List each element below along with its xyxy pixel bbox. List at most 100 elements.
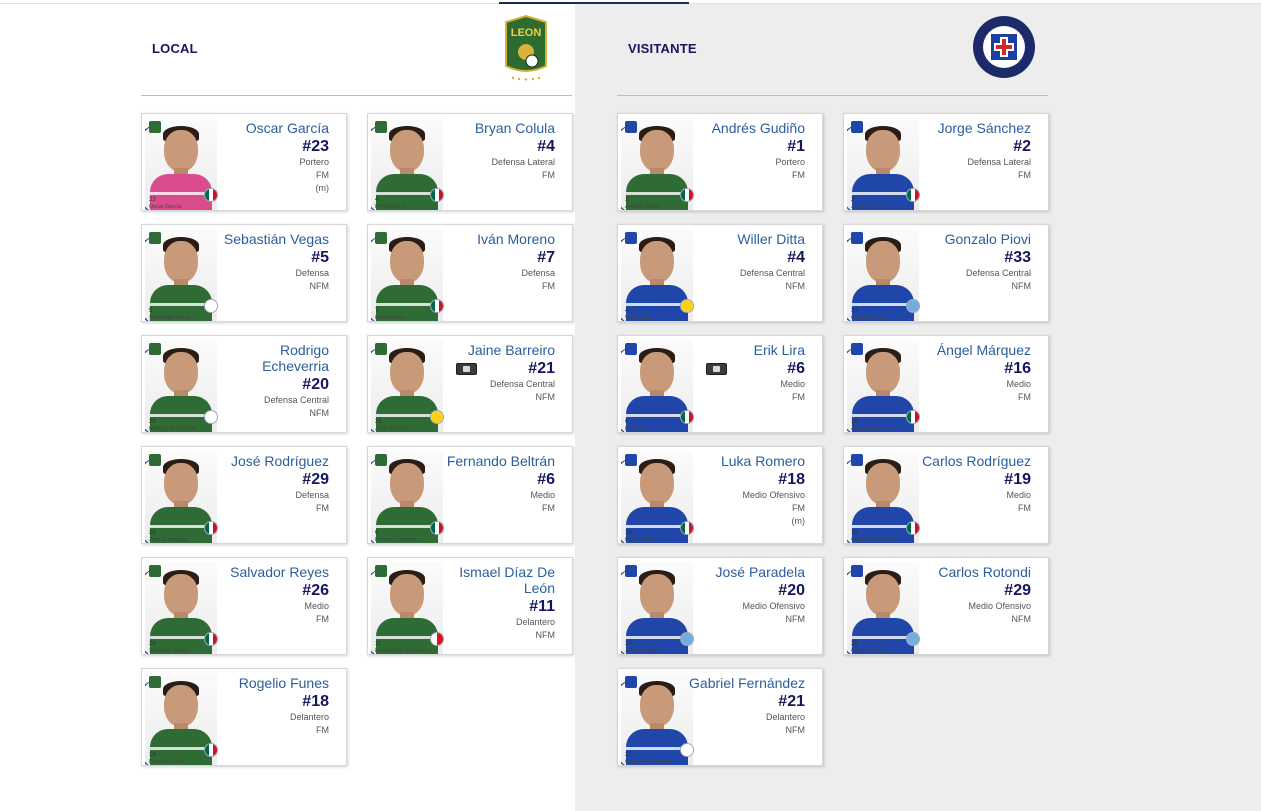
colombia-flag-icon — [680, 299, 694, 313]
player-number: #33 — [1004, 249, 1031, 266]
player-card[interactable]: 18 Rogelio Funes Rogelio Funes #18 Delantero… — [141, 668, 347, 766]
mexico-flag-icon — [906, 521, 920, 535]
player-info: Rogelio Funes #18 Delantero FM — [211, 675, 329, 737]
player-name[interactable]: José Paradela — [687, 564, 805, 580]
player-card[interactable]: 29 Carlos Rotondi Carlos Rotondi #29 Medio O… — [843, 557, 1049, 655]
player-name[interactable]: Fernando Beltrán — [437, 453, 555, 469]
team-small-logo-icon — [851, 565, 863, 577]
player-name[interactable]: Carlos Rotondi — [913, 564, 1031, 580]
player-info: Luka Romero #18 Medio Ofensivo FM (m) — [687, 453, 805, 528]
player-card[interactable]: 6 Erik Lira Erik Lira #6 Medio FM — [617, 335, 823, 433]
player-card[interactable]: 16 Ángel Márquez Ángel Márquez #16 Medio FM — [843, 335, 1049, 433]
svg-text:LEON: LEON — [511, 27, 542, 39]
player-card[interactable]: 23 Oscar García Oscar García #23 Portero FM (m… — [141, 113, 347, 211]
photo-number: 4 — [375, 197, 379, 203]
player-status: FM — [542, 170, 555, 180]
player-info: Carlos Rodríguez #19 Medio FM — [913, 453, 1031, 515]
uruguay-flag-icon — [680, 743, 694, 757]
player-card[interactable]: 18 Luka Romero Luka Romero #18 Medio Ofensiv… — [617, 446, 823, 544]
photo-name: Salvador Reyes — [149, 648, 188, 654]
player-number: #18 — [778, 471, 805, 488]
player-name[interactable]: Carlos Rodríguez — [913, 453, 1031, 469]
player-status: FM — [1018, 392, 1031, 402]
player-card[interactable]: 20 José Paradela José Paradela #20 Medio Ofe… — [617, 557, 823, 655]
player-name[interactable]: Rogelio Funes — [211, 675, 329, 691]
player-card[interactable]: 19 Carlos Rodríguez Carlos Rodríguez #19 Med… — [843, 446, 1049, 544]
player-position: Defensa Central — [489, 379, 555, 389]
player-card[interactable]: 7 Iván Moreno Iván Moreno #7 Defensa FM — [367, 224, 573, 322]
player-card[interactable]: 5 Sebastián Vegas Sebastián Vegas #5 Defensa… — [141, 224, 347, 322]
team-small-logo-icon — [375, 454, 387, 466]
player-name[interactable]: Salvador Reyes — [211, 564, 329, 580]
player-name[interactable]: José Rodríguez — [211, 453, 329, 469]
player-number: #21 — [528, 360, 555, 377]
player-status: FM — [1018, 170, 1031, 180]
player-position: Defensa Lateral — [967, 157, 1031, 167]
player-name[interactable]: Jorge Sánchez — [913, 120, 1031, 136]
colombia-flag-icon — [430, 410, 444, 424]
player-name[interactable]: Luka Romero — [687, 453, 805, 469]
player-name[interactable]: Oscar García — [211, 120, 329, 136]
player-info: Fernando Beltrán #6 Medio FM — [437, 453, 555, 515]
club-leon-crest-icon: LEON — [505, 14, 547, 81]
player-card[interactable]: 21 Jaine Barreiro Jaine Barreiro #21 Defensa… — [367, 335, 573, 433]
player-number: #19 — [1004, 471, 1031, 488]
photo-name: Rodrigo Echeverría — [149, 426, 197, 432]
player-number: #1 — [787, 138, 805, 155]
player-name[interactable]: Andrés Gudiño — [687, 120, 805, 136]
player-number: #2 — [1013, 138, 1031, 155]
player-position: Defensa Central — [965, 268, 1031, 278]
player-number: #11 — [529, 598, 555, 615]
player-name[interactable]: Sebastián Vegas — [211, 231, 329, 247]
player-card[interactable]: 4 Bryan Colula Bryan Colula #4 Defensa Later… — [367, 113, 573, 211]
player-position: Medio — [780, 379, 805, 389]
player-status: NFM — [785, 614, 806, 624]
player-info: Oscar García #23 Portero FM (m) — [211, 120, 329, 195]
player-position: Defensa Lateral — [491, 157, 555, 167]
player-card[interactable]: 20 Rodrigo Echeverría Rodrigo Echeverria #2… — [141, 335, 347, 433]
player-name[interactable]: Gabriel Fernández — [687, 675, 805, 691]
player-status: NFM — [785, 725, 806, 735]
team-small-logo-icon — [625, 343, 637, 355]
player-card[interactable]: 29 José Rodríguez José Rodríguez #29 Defensa… — [141, 446, 347, 544]
player-position: Medio — [1006, 379, 1031, 389]
player-name[interactable]: Rodrigo Echeverria — [211, 342, 329, 374]
player-name[interactable]: Willer Ditta — [687, 231, 805, 247]
local-team-header: LOCAL LEON — [141, 4, 572, 96]
photo-name: Luka Romero — [625, 537, 659, 543]
player-name[interactable]: Erik Lira — [687, 342, 805, 358]
photo-name: José Paradela — [625, 648, 661, 654]
team-small-logo-icon — [149, 565, 161, 577]
photo-number: 21 — [625, 752, 632, 758]
local-team-panel: LOCAL LEON 23 Oscar García Oscar García #23… — [0, 4, 575, 811]
player-name[interactable]: Bryan Colula — [437, 120, 555, 136]
player-status: NFM — [535, 392, 556, 402]
player-card[interactable]: 33 Gonzalo Piovi Gonzalo Piovi #33 Defensa C… — [843, 224, 1049, 322]
team-small-logo-icon — [375, 565, 387, 577]
team-small-logo-icon — [149, 454, 161, 466]
player-number: #6 — [787, 360, 805, 377]
player-name[interactable]: Jaine Barreiro — [437, 342, 555, 358]
player-position: Delantero — [515, 617, 555, 627]
player-name[interactable]: Ismael Díaz De León — [437, 564, 555, 596]
player-card[interactable]: 6 Fernando Beltrán Fernando Beltrán #6 Medio… — [367, 446, 573, 544]
player-card[interactable]: 26 Salvador Reyes Salvador Reyes #26 Medio FM — [141, 557, 347, 655]
player-name[interactable]: Ángel Márquez — [913, 342, 1031, 358]
player-name[interactable]: Iván Moreno — [437, 231, 555, 247]
player-position: Medio Ofensivo — [742, 601, 805, 611]
player-position: Delantero — [765, 712, 805, 722]
player-info: Jaine Barreiro #21 Defensa Central NFM — [437, 342, 555, 404]
player-number: #7 — [537, 249, 555, 266]
photo-name: Fernando Beltrán — [375, 537, 418, 543]
argentina-flag-icon — [680, 632, 694, 646]
player-card[interactable]: 2 Jorge Sánchez Jorge Sánchez #2 Defensa Lat… — [843, 113, 1049, 211]
player-position: Portero — [299, 157, 329, 167]
player-name[interactable]: Gonzalo Piovi — [913, 231, 1031, 247]
cruz-azul-crest-icon — [973, 16, 1035, 78]
player-status: FM — [316, 503, 329, 513]
photo-name: Carlos Rodríguez — [851, 537, 894, 543]
player-card[interactable]: 21 Gabriel Fernández Gabriel Fernández #21 D… — [617, 668, 823, 766]
player-card[interactable]: 1 Andrés Gudiño Andrés Gudiño #1 Portero FM — [617, 113, 823, 211]
player-card[interactable]: 4 Willer Ditta Willer Ditta #4 Defensa Centr… — [617, 224, 823, 322]
player-card[interactable]: 11 Ismael Díaz De León Ismael Díaz De León… — [367, 557, 573, 655]
